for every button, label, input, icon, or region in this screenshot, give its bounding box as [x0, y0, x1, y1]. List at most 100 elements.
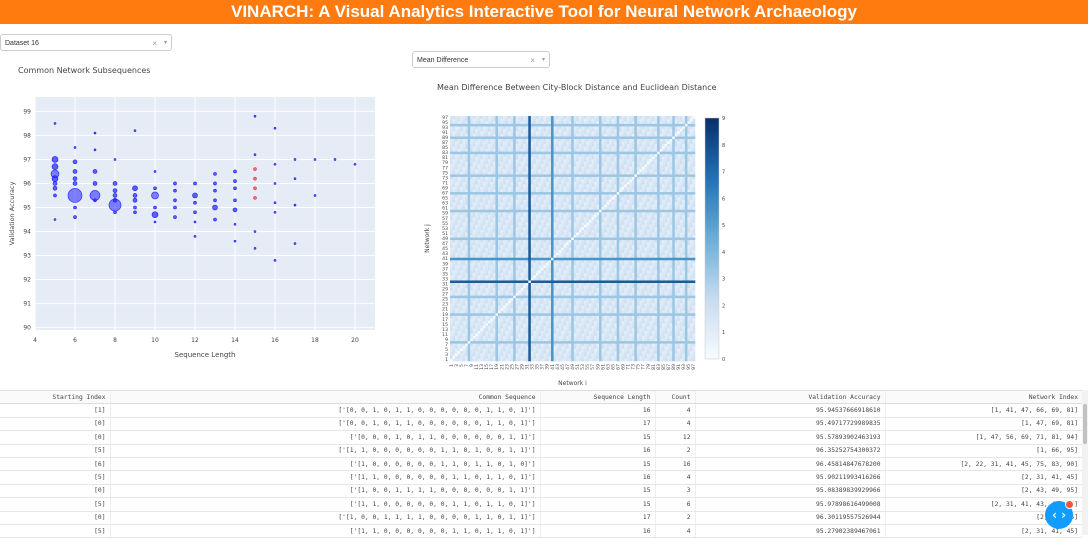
heatmap-cell[interactable] — [508, 336, 511, 339]
heatmap-cell[interactable] — [458, 265, 461, 268]
heatmap-cell[interactable] — [518, 192, 521, 195]
heatmap-cell[interactable] — [551, 255, 554, 258]
scatter-point[interactable] — [234, 187, 237, 190]
heatmap-cell[interactable] — [473, 179, 476, 182]
heatmap-cell[interactable] — [538, 222, 541, 225]
heatmap-cell[interactable] — [531, 318, 534, 321]
heatmap-cell[interactable] — [493, 265, 496, 268]
heatmap-cell[interactable] — [543, 328, 546, 331]
heatmap-cell[interactable] — [526, 164, 529, 167]
heatmap-cell[interactable] — [559, 220, 562, 223]
heatmap-cell[interactable] — [450, 273, 453, 276]
heatmap-cell[interactable] — [490, 139, 493, 142]
heatmap-cell[interactable] — [468, 159, 471, 162]
heatmap-cell[interactable] — [566, 182, 569, 185]
heatmap-cell[interactable] — [551, 240, 554, 243]
heatmap-cell[interactable] — [533, 293, 536, 296]
heatmap-cell[interactable] — [574, 323, 577, 326]
heatmap-cell[interactable] — [541, 268, 544, 271]
heatmap-cell[interactable] — [556, 303, 559, 306]
heatmap-cell[interactable] — [571, 172, 574, 175]
heatmap-cell[interactable] — [569, 300, 572, 303]
heatmap-cell[interactable] — [574, 326, 577, 329]
heatmap-cell[interactable] — [490, 227, 493, 230]
heatmap-cell[interactable] — [571, 333, 574, 336]
heatmap-cell[interactable] — [531, 348, 534, 351]
heatmap-cell[interactable] — [475, 353, 478, 356]
heatmap-cell[interactable] — [564, 268, 567, 271]
heatmap-cell[interactable] — [473, 273, 476, 276]
heatmap-cell[interactable] — [511, 262, 514, 265]
heatmap-cell[interactable] — [503, 204, 506, 207]
heatmap-cell[interactable] — [569, 232, 572, 235]
heatmap-cell[interactable] — [475, 151, 478, 154]
heatmap-cell[interactable] — [536, 232, 539, 235]
heatmap-cell[interactable] — [536, 169, 539, 172]
heatmap-cell[interactable] — [495, 156, 498, 159]
heatmap-cell[interactable] — [518, 346, 521, 349]
heatmap-cell[interactable] — [513, 305, 516, 308]
heatmap-cell[interactable] — [513, 197, 516, 200]
heatmap-cell[interactable] — [538, 247, 541, 250]
heatmap-cell[interactable] — [453, 230, 456, 233]
heatmap-cell[interactable] — [546, 222, 549, 225]
heatmap-cell[interactable] — [498, 134, 501, 137]
heatmap-cell[interactable] — [554, 313, 557, 316]
heatmap-cell[interactable] — [538, 199, 541, 202]
heatmap-cell[interactable] — [513, 298, 516, 301]
heatmap-cell[interactable] — [554, 288, 557, 291]
heatmap-cell[interactable] — [493, 136, 496, 139]
heatmap-cell[interactable] — [485, 134, 488, 137]
heatmap-cell[interactable] — [564, 217, 567, 220]
heatmap-cell[interactable] — [488, 270, 491, 273]
heatmap-cell[interactable] — [511, 144, 514, 147]
heatmap-cell[interactable] — [554, 273, 557, 276]
heatmap-cell[interactable] — [574, 144, 577, 147]
heatmap-cell[interactable] — [501, 326, 504, 329]
heatmap-cell[interactable] — [574, 151, 577, 154]
heatmap-cell[interactable] — [523, 194, 526, 197]
heatmap-cell[interactable] — [521, 124, 524, 127]
heatmap-cell[interactable] — [559, 237, 562, 240]
scatter-point[interactable] — [294, 243, 296, 245]
heatmap-cell[interactable] — [528, 338, 531, 341]
heatmap-cell[interactable] — [511, 187, 514, 190]
heatmap-cell[interactable] — [531, 194, 534, 197]
heatmap-cell[interactable] — [455, 237, 458, 240]
heatmap-cell[interactable] — [523, 151, 526, 154]
heatmap-cell[interactable] — [566, 275, 569, 278]
heatmap-cell[interactable] — [511, 270, 514, 273]
heatmap-cell[interactable] — [564, 353, 567, 356]
heatmap-cell[interactable] — [490, 151, 493, 154]
heatmap-cell[interactable] — [546, 217, 549, 220]
heatmap-cell[interactable] — [490, 240, 493, 243]
heatmap-cell[interactable] — [468, 240, 471, 243]
heatmap-cell[interactable] — [501, 257, 504, 260]
heatmap-cell[interactable] — [475, 182, 478, 185]
heatmap-cell[interactable] — [503, 260, 506, 263]
heatmap-cell[interactable] — [470, 353, 473, 356]
heatmap-cell[interactable] — [554, 321, 557, 324]
heatmap-cell[interactable] — [571, 217, 574, 220]
heatmap-cell[interactable] — [511, 288, 514, 291]
heatmap-cell[interactable] — [513, 215, 516, 218]
heatmap-cell[interactable] — [458, 199, 461, 202]
heatmap-cell[interactable] — [571, 146, 574, 149]
heatmap-cell[interactable] — [521, 134, 524, 137]
heatmap-cell[interactable] — [475, 119, 478, 122]
heatmap-cell[interactable] — [485, 278, 488, 281]
heatmap-cell[interactable] — [463, 187, 466, 190]
heatmap-cell[interactable] — [458, 295, 461, 298]
heatmap-cell[interactable] — [549, 174, 552, 177]
heatmap-cell[interactable] — [503, 252, 506, 255]
heatmap-cell[interactable] — [566, 136, 569, 139]
heatmap-cell[interactable] — [475, 341, 478, 344]
heatmap-cell[interactable] — [498, 197, 501, 200]
heatmap-cell[interactable] — [455, 215, 458, 218]
heatmap-cell[interactable] — [576, 353, 579, 356]
heatmap-cell[interactable] — [480, 230, 483, 233]
heatmap-cell[interactable] — [485, 197, 488, 200]
heatmap-cell[interactable] — [521, 235, 524, 238]
heatmap-cell[interactable] — [463, 116, 466, 119]
heatmap-cell[interactable] — [455, 268, 458, 271]
